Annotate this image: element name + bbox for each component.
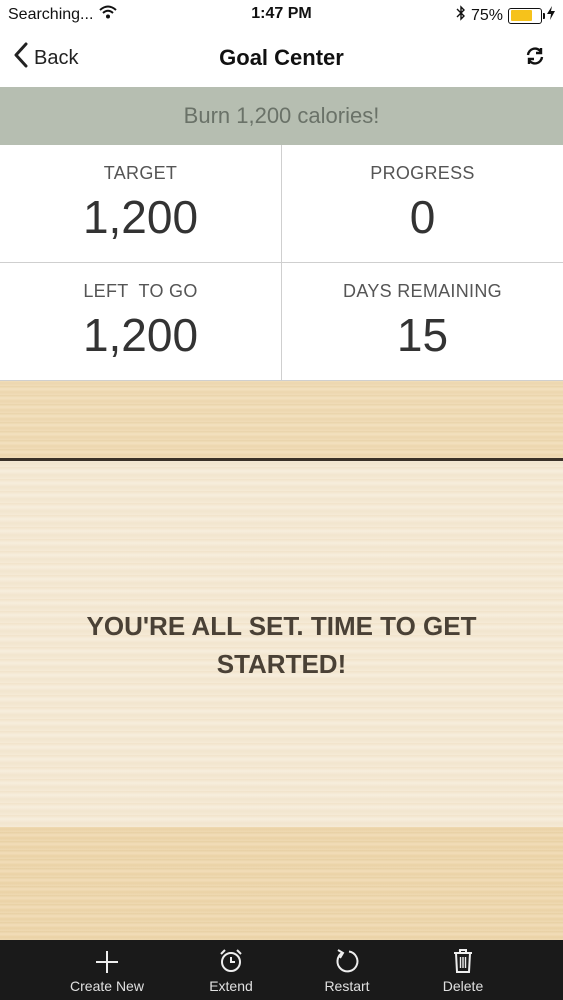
goal-banner: Burn 1,200 calories! xyxy=(0,87,563,145)
progress-stat: PROGRESS 0 xyxy=(282,145,563,263)
stats-grid: TARGET 1,200 PROGRESS 0 LEFT TO GO 1,200… xyxy=(0,145,563,381)
progress-label: PROGRESS xyxy=(370,163,475,183)
left-to-go-label: LEFT TO GO xyxy=(83,281,198,301)
restart-label: Restart xyxy=(324,978,370,994)
restart-button[interactable]: Restart xyxy=(287,940,407,1000)
nav-bar: Back Goal Center xyxy=(0,30,563,87)
grid-divider-horizontal xyxy=(0,262,563,263)
target-value: 1,200 xyxy=(82,191,199,243)
days-remaining-value: 15 xyxy=(396,309,449,361)
create-new-button[interactable]: Create New xyxy=(47,940,167,1000)
status-bar: Searching... 1:47 PM 75% xyxy=(0,0,563,30)
wood-shelf-bottom xyxy=(0,827,563,940)
status-message: YOU'RE ALL SET. TIME TO GET STARTED! xyxy=(86,611,477,679)
create-new-label: Create New xyxy=(70,978,144,994)
page-title: Goal Center xyxy=(219,45,344,70)
left-to-go-stat: LEFT TO GO 1,200 xyxy=(0,263,281,381)
trash-icon xyxy=(403,940,523,974)
delete-button[interactable]: Delete xyxy=(403,940,523,1000)
extend-button[interactable]: Extend xyxy=(171,940,291,1000)
left-to-go-value: 1,200 xyxy=(82,309,199,361)
battery-fill xyxy=(510,10,533,21)
target-stat: TARGET 1,200 xyxy=(0,145,281,263)
tab-bar: Create New Extend Restart Delete xyxy=(0,940,563,1000)
restart-icon xyxy=(287,940,407,974)
alarm-clock-icon xyxy=(171,940,291,974)
extend-label: Extend xyxy=(209,978,253,994)
grid-divider-vertical xyxy=(281,145,282,381)
wood-shelf-top xyxy=(0,381,563,458)
bluetooth-icon xyxy=(456,5,466,26)
delete-label: Delete xyxy=(442,978,484,994)
days-remaining-label: DAYS REMAINING xyxy=(343,281,502,301)
refresh-button[interactable] xyxy=(525,46,545,71)
refresh-icon xyxy=(525,47,545,70)
days-remaining-stat: DAYS REMAINING 15 xyxy=(282,263,563,381)
plus-icon xyxy=(47,940,167,974)
progress-value: 0 xyxy=(409,191,436,243)
battery-icon xyxy=(508,7,545,24)
charging-icon xyxy=(547,6,555,25)
battery-percent: 75% xyxy=(470,6,503,24)
status-right: 75% xyxy=(456,5,555,26)
target-label: TARGET xyxy=(103,163,178,183)
